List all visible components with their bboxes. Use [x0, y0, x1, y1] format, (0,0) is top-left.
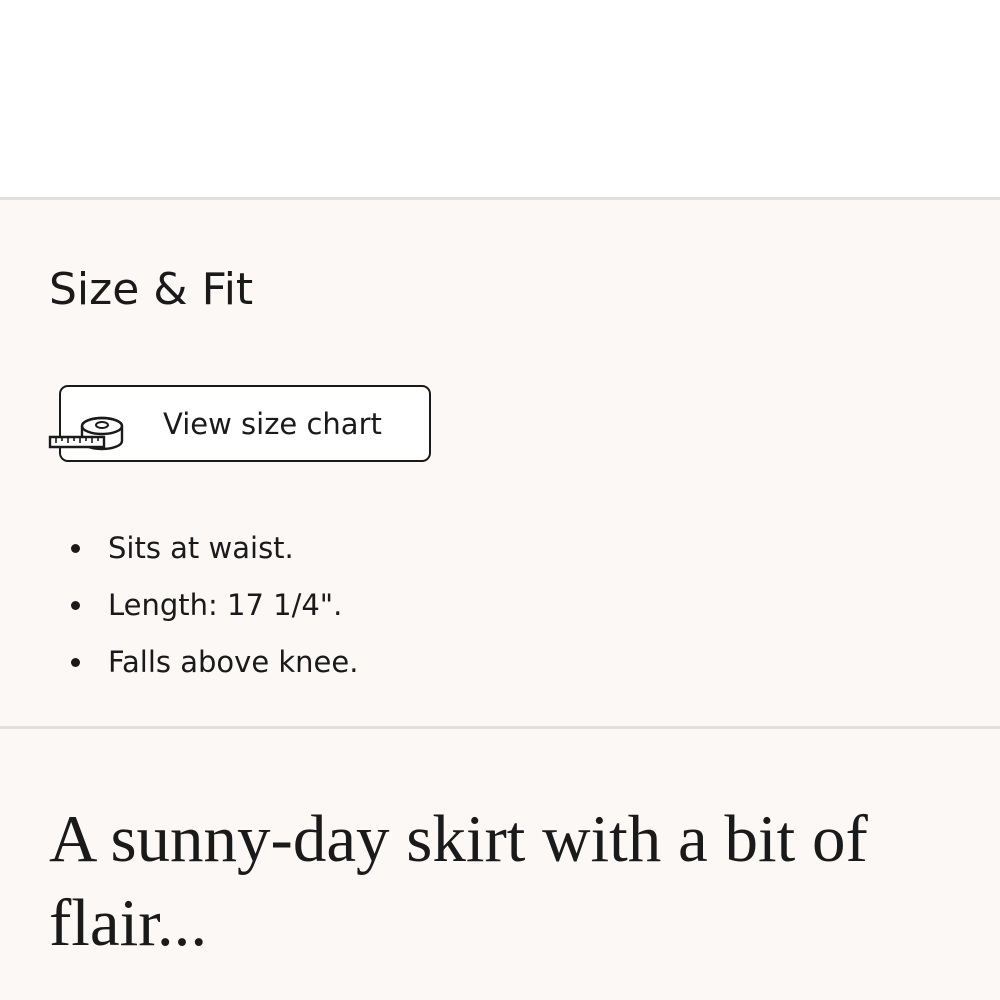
view-size-chart-label: View size chart — [163, 407, 382, 441]
size-fit-section: Size & Fit View size chart Sits at waist… — [0, 200, 1000, 726]
view-size-chart-button[interactable]: View size chart — [48, 385, 431, 462]
measuring-tape-icon — [48, 416, 124, 451]
bullet-icon — [71, 544, 80, 553]
size-fit-title: Size & Fit — [49, 264, 254, 315]
fit-detail-text: Sits at waist. — [108, 531, 294, 565]
bullet-icon — [71, 601, 80, 610]
top-blank-area — [0, 0, 1000, 197]
bullet-icon — [71, 658, 80, 667]
product-description-headline: A sunny-day skirt with a bit of flair... — [49, 802, 868, 960]
fit-detail-text: Length: 17 1/4". — [108, 588, 343, 622]
description-section: A sunny-day skirt with a bit of flair... — [0, 729, 1000, 1000]
fit-detail-text: Falls above knee. — [108, 645, 359, 679]
